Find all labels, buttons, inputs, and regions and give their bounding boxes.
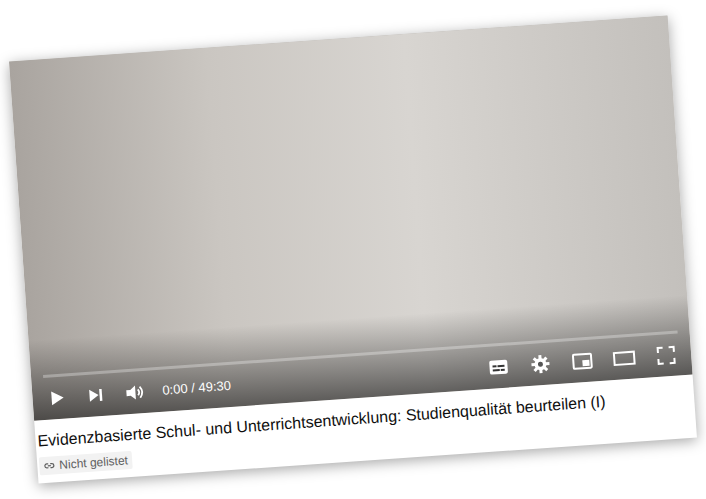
video-player[interactable]: 0:00 / 49:30 xyxy=(9,15,693,420)
subtitles-icon xyxy=(487,355,510,378)
play-button[interactable] xyxy=(44,385,70,411)
miniplayer-button[interactable] xyxy=(568,347,596,375)
gear-icon xyxy=(529,352,552,375)
progress-fill xyxy=(43,375,44,378)
visibility-badge: Nicht gelistet xyxy=(39,451,133,475)
subtitles-button[interactable] xyxy=(485,353,513,381)
fullscreen-icon xyxy=(654,344,677,367)
volume-icon xyxy=(123,381,146,404)
settings-button[interactable] xyxy=(527,350,555,378)
link-icon xyxy=(43,459,56,472)
time-display: 0:00 / 49:30 xyxy=(162,377,232,400)
volume-button[interactable] xyxy=(122,380,148,406)
next-button[interactable] xyxy=(84,384,107,407)
play-icon xyxy=(46,387,67,408)
fullscreen-button[interactable] xyxy=(652,342,680,370)
theater-button[interactable] xyxy=(610,344,638,372)
next-icon xyxy=(86,386,105,405)
video-card: 0:00 / 49:30Evidenzbasierte Schul- und U… xyxy=(9,15,697,483)
miniplayer-icon xyxy=(571,350,594,373)
theater-icon xyxy=(612,347,637,371)
